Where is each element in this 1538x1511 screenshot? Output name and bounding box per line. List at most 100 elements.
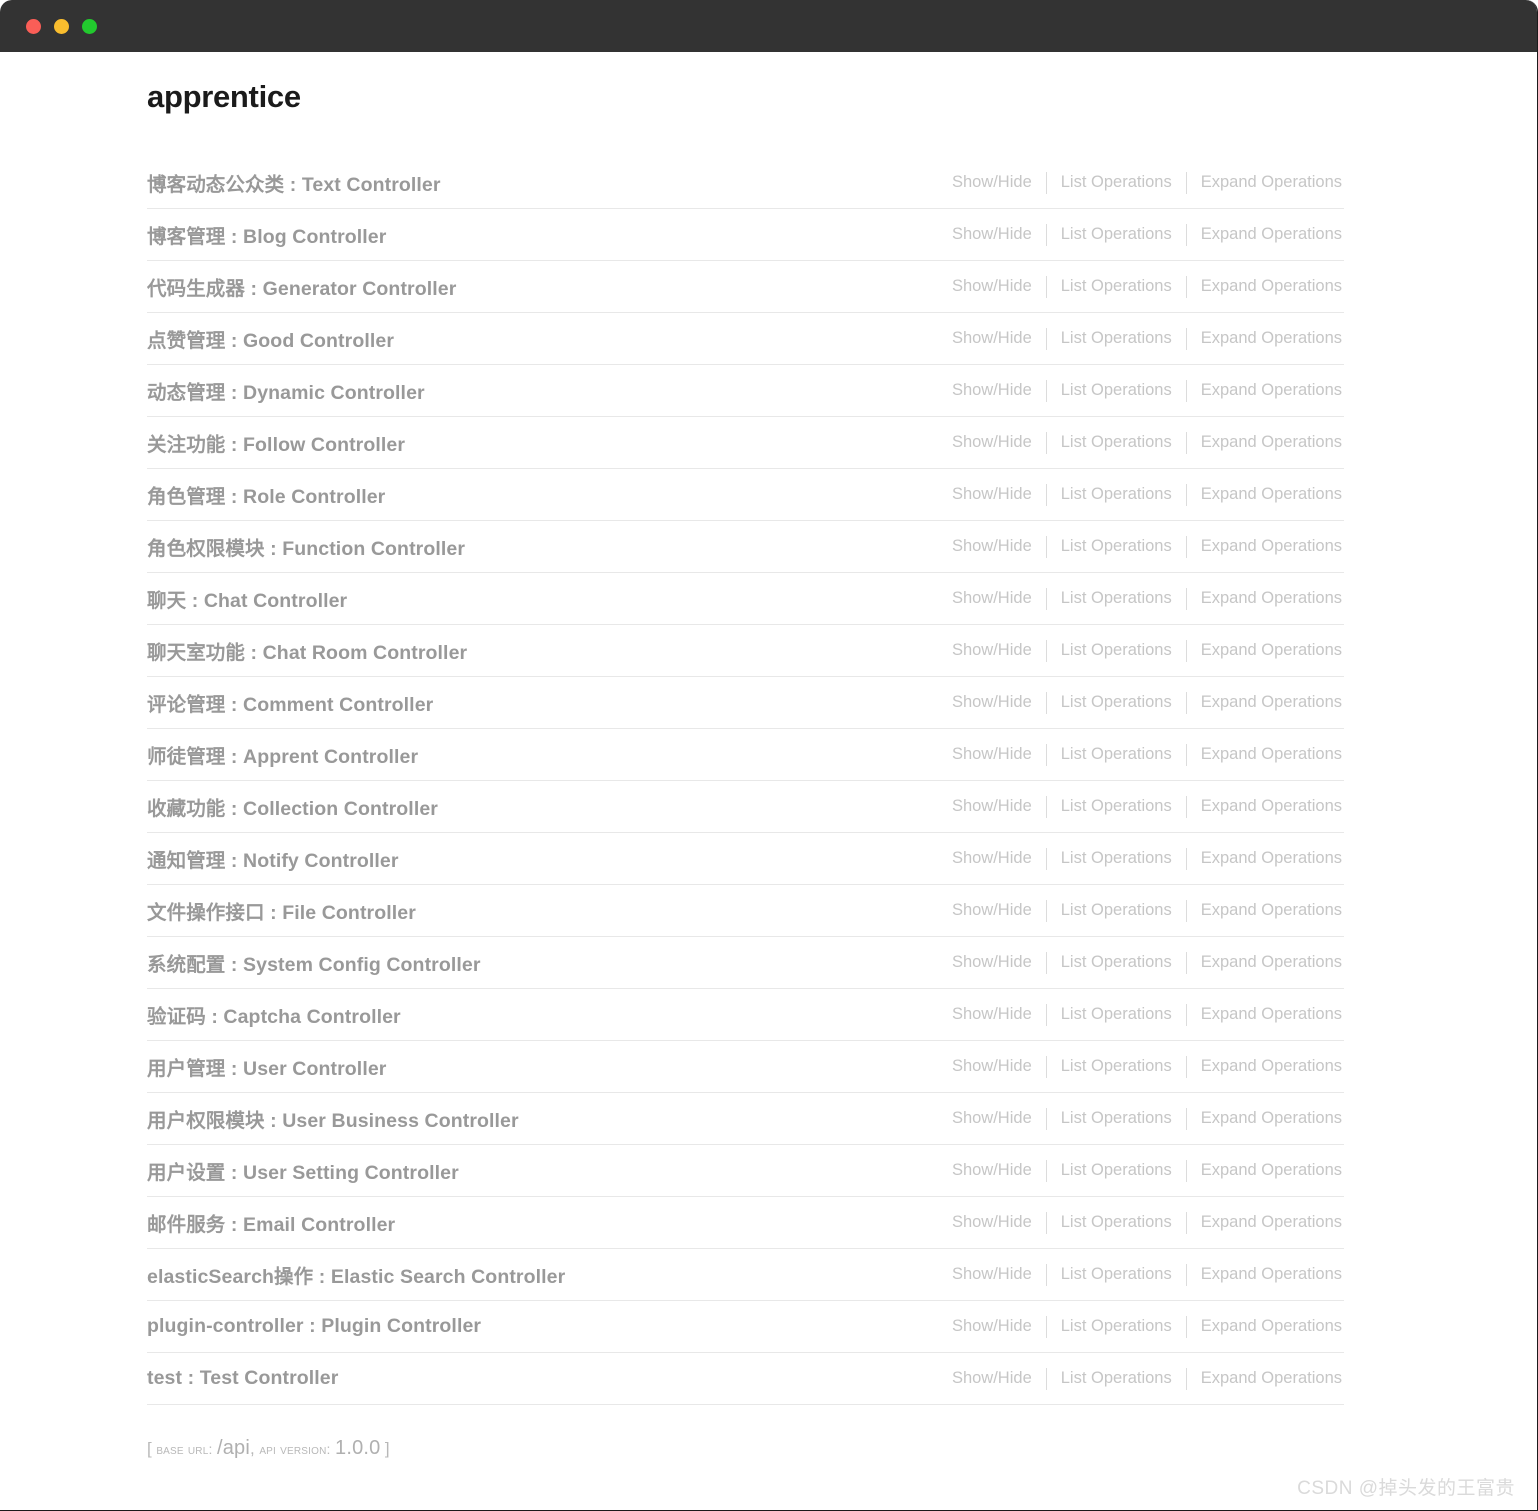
show-hide-link[interactable]: Show/Hide — [938, 746, 1046, 763]
api-resource-row[interactable]: 博客管理 : Blog Controller Show/Hide List Oper… — [147, 209, 1344, 262]
show-hide-link[interactable]: Show/Hide — [938, 330, 1046, 347]
minimize-window-button[interactable] — [54, 18, 69, 34]
list-operations-link[interactable]: List Operations — [1047, 1006, 1186, 1023]
list-operations-link[interactable]: List Operations — [1047, 1162, 1186, 1179]
api-resource-row[interactable]: 聊天 : Chat Controller Show/Hide List Operat… — [147, 573, 1344, 626]
api-resource-row[interactable]: 关注功能 : Follow Controller Show/Hide List Op… — [147, 417, 1344, 470]
show-hide-link[interactable]: Show/Hide — [938, 434, 1046, 451]
show-hide-link[interactable]: Show/Hide — [938, 850, 1046, 867]
show-hide-link[interactable]: Show/Hide — [938, 1162, 1046, 1179]
list-operations-link[interactable]: List Operations — [1047, 1318, 1186, 1335]
api-resource-row[interactable]: 评论管理 : Comment Controller Show/Hide List O… — [147, 677, 1344, 730]
api-resource-label[interactable]: 点赞管理 : Good Controller — [147, 324, 394, 353]
api-resource-row[interactable]: 通知管理 : Notify Controller Show/Hide List Op… — [147, 833, 1344, 886]
api-resource-label[interactable]: 师徒管理 : Apprent Controller — [147, 740, 418, 769]
expand-operations-link[interactable]: Expand Operations — [1187, 1058, 1342, 1075]
api-resource-row[interactable]: 动态管理 : Dynamic Controller Show/Hide List O… — [147, 365, 1344, 418]
show-hide-link[interactable]: Show/Hide — [938, 954, 1046, 971]
show-hide-link[interactable]: Show/Hide — [938, 642, 1046, 659]
show-hide-link[interactable]: Show/Hide — [938, 538, 1046, 555]
expand-operations-link[interactable]: Expand Operations — [1187, 642, 1342, 659]
expand-operations-link[interactable]: Expand Operations — [1187, 486, 1342, 503]
api-resource-label[interactable]: 收藏功能 : Collection Controller — [147, 792, 438, 821]
list-operations-link[interactable]: List Operations — [1047, 330, 1186, 347]
api-resource-label[interactable]: elasticSearch操作 : Elastic Search Control… — [147, 1260, 565, 1289]
expand-operations-link[interactable]: Expand Operations — [1187, 954, 1342, 971]
api-resource-label[interactable]: 用户设置 : User Setting Controller — [147, 1156, 459, 1185]
list-operations-link[interactable]: List Operations — [1047, 590, 1186, 607]
list-operations-link[interactable]: List Operations — [1047, 1370, 1186, 1387]
api-resource-row[interactable]: 验证码 : Captcha Controller Show/Hide List Op… — [147, 989, 1344, 1042]
list-operations-link[interactable]: List Operations — [1047, 1058, 1186, 1075]
list-operations-link[interactable]: List Operations — [1047, 954, 1186, 971]
list-operations-link[interactable]: List Operations — [1047, 746, 1186, 763]
list-operations-link[interactable]: List Operations — [1047, 1110, 1186, 1127]
expand-operations-link[interactable]: Expand Operations — [1187, 1214, 1342, 1231]
show-hide-link[interactable]: Show/Hide — [938, 1266, 1046, 1283]
list-operations-link[interactable]: List Operations — [1047, 174, 1186, 191]
maximize-window-button[interactable] — [82, 18, 97, 34]
expand-operations-link[interactable]: Expand Operations — [1187, 174, 1342, 191]
api-resource-row[interactable]: 点赞管理 : Good Controller Show/Hide List Oper… — [147, 313, 1344, 366]
show-hide-link[interactable]: Show/Hide — [938, 1110, 1046, 1127]
expand-operations-link[interactable]: Expand Operations — [1187, 1318, 1342, 1335]
show-hide-link[interactable]: Show/Hide — [938, 694, 1046, 711]
api-resource-label[interactable]: 文件操作接口 : File Controller — [147, 896, 416, 925]
api-resource-label[interactable]: 博客管理 : Blog Controller — [147, 220, 386, 249]
api-resource-label[interactable]: 聊天室功能 : Chat Room Controller — [147, 636, 467, 665]
show-hide-link[interactable]: Show/Hide — [938, 278, 1046, 295]
api-resource-row[interactable]: 博客动态公众类 : Text Controller Show/Hide List O… — [147, 157, 1344, 210]
list-operations-link[interactable]: List Operations — [1047, 1214, 1186, 1231]
api-resource-row[interactable]: 师徒管理 : Apprent Controller Show/Hide List O… — [147, 729, 1344, 782]
api-resource-label[interactable]: 用户管理 : User Controller — [147, 1052, 386, 1081]
api-resource-row[interactable]: 系统配置 : System Config Controller Show/Hide… — [147, 937, 1344, 990]
list-operations-link[interactable]: List Operations — [1047, 226, 1186, 243]
expand-operations-link[interactable]: Expand Operations — [1187, 1006, 1342, 1023]
show-hide-link[interactable]: Show/Hide — [938, 1318, 1046, 1335]
api-resource-label[interactable]: 角色权限模块 : Function Controller — [147, 532, 465, 561]
expand-operations-link[interactable]: Expand Operations — [1187, 434, 1342, 451]
expand-operations-link[interactable]: Expand Operations — [1187, 746, 1342, 763]
api-resource-label[interactable]: 博客动态公众类 : Text Controller — [147, 168, 441, 197]
expand-operations-link[interactable]: Expand Operations — [1187, 330, 1342, 347]
show-hide-link[interactable]: Show/Hide — [938, 226, 1046, 243]
api-resource-label[interactable]: 评论管理 : Comment Controller — [147, 688, 433, 717]
api-resource-row[interactable]: plugin-controller : Plugin Controller Sho… — [147, 1301, 1344, 1354]
expand-operations-link[interactable]: Expand Operations — [1187, 1110, 1342, 1127]
api-resource-row[interactable]: 用户权限模块 : User Business Controller Show/Hi… — [147, 1093, 1344, 1146]
api-resource-label[interactable]: plugin-controller : Plugin Controller — [147, 1315, 481, 1338]
list-operations-link[interactable]: List Operations — [1047, 278, 1186, 295]
api-resource-row[interactable]: 角色权限模块 : Function Controller Show/Hide Lis… — [147, 521, 1344, 574]
list-operations-link[interactable]: List Operations — [1047, 434, 1186, 451]
api-resource-label[interactable]: 用户权限模块 : User Business Controller — [147, 1104, 519, 1133]
show-hide-link[interactable]: Show/Hide — [938, 590, 1046, 607]
api-resource-label[interactable]: 角色管理 : Role Controller — [147, 480, 385, 509]
api-resource-label[interactable]: 通知管理 : Notify Controller — [147, 844, 399, 873]
api-resource-row[interactable]: elasticSearch操作 : Elastic Search Control… — [147, 1249, 1344, 1302]
expand-operations-link[interactable]: Expand Operations — [1187, 1370, 1342, 1387]
list-operations-link[interactable]: List Operations — [1047, 1266, 1186, 1283]
api-resource-label[interactable]: 关注功能 : Follow Controller — [147, 428, 405, 457]
list-operations-link[interactable]: List Operations — [1047, 902, 1186, 919]
api-resource-row[interactable]: test : Test Controller Show/Hide List Oper… — [147, 1353, 1344, 1406]
api-resource-row[interactable]: 角色管理 : Role Controller Show/Hide List Oper… — [147, 469, 1344, 522]
api-resource-row[interactable]: 用户设置 : User Setting Controller Show/Hide L… — [147, 1145, 1344, 1198]
show-hide-link[interactable]: Show/Hide — [938, 382, 1046, 399]
expand-operations-link[interactable]: Expand Operations — [1187, 1266, 1342, 1283]
expand-operations-link[interactable]: Expand Operations — [1187, 902, 1342, 919]
api-resource-row[interactable]: 用户管理 : User Controller Show/Hide List Oper… — [147, 1041, 1344, 1094]
api-resource-label[interactable]: 邮件服务 : Email Controller — [147, 1208, 395, 1237]
list-operations-link[interactable]: List Operations — [1047, 798, 1186, 815]
expand-operations-link[interactable]: Expand Operations — [1187, 382, 1342, 399]
expand-operations-link[interactable]: Expand Operations — [1187, 226, 1342, 243]
api-resource-label[interactable]: test : Test Controller — [147, 1367, 338, 1390]
api-resource-row[interactable]: 文件操作接口 : File Controller Show/Hide List Op… — [147, 885, 1344, 938]
expand-operations-link[interactable]: Expand Operations — [1187, 798, 1342, 815]
list-operations-link[interactable]: List Operations — [1047, 382, 1186, 399]
list-operations-link[interactable]: List Operations — [1047, 642, 1186, 659]
show-hide-link[interactable]: Show/Hide — [938, 1370, 1046, 1387]
close-window-button[interactable] — [26, 18, 41, 34]
expand-operations-link[interactable]: Expand Operations — [1187, 278, 1342, 295]
list-operations-link[interactable]: List Operations — [1047, 850, 1186, 867]
api-resource-label[interactable]: 系统配置 : System Config Controller — [147, 948, 481, 977]
